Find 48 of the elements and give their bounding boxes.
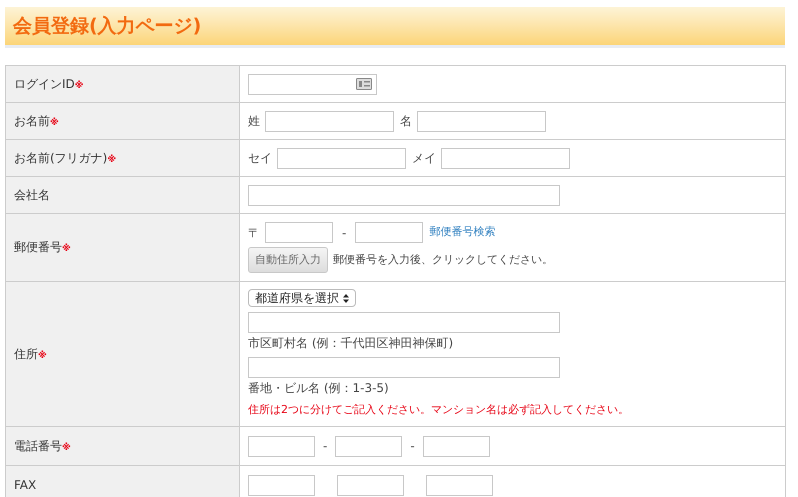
input-field[interactable] [441, 148, 570, 168]
postal-search-link[interactable]: 郵便番号検索 [429, 224, 496, 241]
input-field[interactable] [248, 312, 560, 334]
required-mark: ※ [62, 244, 71, 254]
address-note: 住所は2つに分けてご記入ください。マンション名は必ず記入してください。 [248, 402, 629, 418]
hint-text: 郵便番号を入力後、クリックしてください。 [333, 252, 553, 268]
contact-card-icon [356, 78, 372, 90]
page-title: 会員登録(入力ページ) [13, 14, 202, 39]
input-field[interactable] [335, 436, 402, 456]
input-field[interactable] [265, 110, 394, 132]
required-mark: ※ [50, 118, 59, 128]
input-field[interactable] [277, 148, 406, 168]
input-field[interactable] [417, 110, 546, 132]
form-label-cell: お名前※ [6, 102, 240, 140]
input-field[interactable] [248, 74, 377, 94]
input-field[interactable] [426, 474, 493, 496]
input-field[interactable] [422, 436, 490, 456]
form-label-cell: 電話番号※ [6, 426, 240, 466]
separator: - [410, 438, 415, 455]
address-caption: 市区町村名 (例：千代田区神田神保町) [248, 335, 454, 352]
required-mark: ※ [74, 80, 84, 91]
separator: - [323, 438, 328, 455]
auto-address-button[interactable]: 自動住所入力 [248, 247, 328, 273]
field-label: 名 [400, 113, 412, 130]
form-label-cell: 会社名 [6, 176, 240, 214]
field-label: セイ [248, 150, 272, 167]
form-label-cell: 郵便番号※ [6, 214, 240, 282]
form-label-cell: FAX [6, 466, 240, 497]
input-field[interactable] [337, 474, 404, 496]
prefecture-select[interactable]: 都道府県を選択 [248, 289, 356, 308]
field-label: メイ [412, 150, 436, 167]
input-field[interactable] [265, 222, 333, 243]
required-mark: ※ [38, 350, 47, 361]
required-mark: ※ [107, 154, 116, 165]
form-label-cell: お名前(フリガナ)※ [6, 140, 240, 176]
input-field[interactable] [248, 474, 315, 496]
input-field[interactable] [355, 222, 424, 243]
required-mark: ※ [62, 442, 71, 453]
field-label: 姓 [248, 113, 260, 130]
address-caption: 番地・ビル名 (例：1-3-5) [248, 380, 389, 398]
separator: - [342, 224, 346, 242]
form-label-cell: ログインID※ [6, 66, 240, 102]
select-arrows-icon [343, 294, 349, 303]
input-field[interactable] [248, 357, 560, 378]
input-field[interactable] [248, 436, 315, 456]
form-label-cell: 住所※ [6, 282, 240, 426]
postal-mark: 〒 [248, 224, 260, 242]
input-field[interactable] [248, 184, 560, 206]
